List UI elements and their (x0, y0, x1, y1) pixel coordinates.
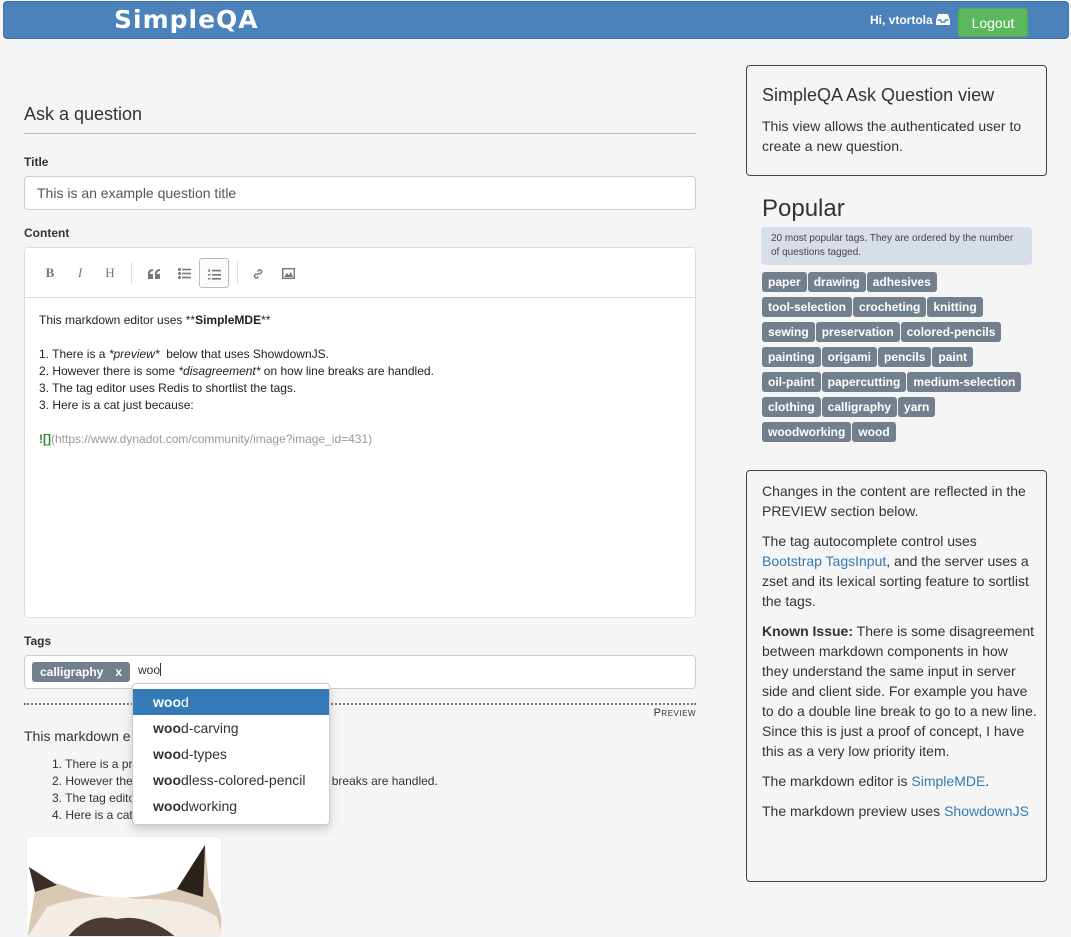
popular-tag[interactable]: knitting (927, 297, 983, 317)
popular-tag[interactable]: preservation (815, 322, 900, 342)
tag-typed-text[interactable]: woo (138, 663, 162, 677)
tag-row: painting origami pencils paint (762, 347, 1047, 372)
popular-tag[interactable]: papercutting (821, 372, 907, 392)
tag-row: paper drawing adhesives (762, 272, 1047, 297)
editor-line: 1. There is a *preview* below that uses … (39, 347, 329, 361)
autocomplete-item[interactable]: wood (133, 689, 329, 715)
editor-text-area[interactable]: This markdown editor uses **SimpleMDE** … (39, 312, 434, 448)
autocomplete-item[interactable]: woodworking (133, 793, 329, 819)
brand-logo[interactable]: SimpleQA (114, 5, 259, 34)
popular-tag[interactable]: painting (762, 347, 821, 367)
popular-tag[interactable]: woodworking (762, 422, 852, 442)
popular-tag[interactable]: paint (932, 347, 974, 367)
info-panel: SimpleQA Ask Question view This view all… (746, 65, 1047, 176)
inbox-icon[interactable] (936, 13, 950, 26)
popular-tag[interactable]: drawing (807, 272, 866, 292)
page-title: Ask a question (24, 104, 143, 124)
popular-tag[interactable]: pencils (878, 347, 932, 367)
popular-tag[interactable]: colored-pencils (900, 322, 1002, 342)
editor-line: 3. Here is a cat just because: (39, 398, 194, 412)
editor-line: ![](https://www.dynadot.com/community/im… (39, 432, 373, 446)
autocomplete-item[interactable]: wood-types (133, 741, 329, 767)
unordered-list-icon[interactable] (169, 258, 199, 288)
tag-row: clothing calligraphy yarn (762, 397, 1047, 422)
autocomplete-item[interactable]: woodless-colored-pencil (133, 767, 329, 793)
preview-paragraph: This markdown e (24, 728, 131, 744)
quote-icon[interactable] (139, 258, 169, 288)
popular-tag[interactable]: oil-paint (762, 372, 821, 392)
popular-tag[interactable]: wood (852, 422, 896, 442)
italic-icon[interactable]: I (65, 258, 95, 288)
popular-tag[interactable]: clothing (762, 397, 821, 417)
editor-line: 2. However there is some *disagreement* … (39, 364, 434, 378)
bootstrap-tagsinput-link[interactable]: Bootstrap TagsInput (762, 553, 886, 569)
logout-button[interactable]: Logout (958, 8, 1028, 37)
showdownjs-link[interactable]: ShowdownJS (944, 803, 1029, 819)
popular-tag[interactable]: tool-selection (762, 297, 853, 317)
markdown-editor[interactable]: B I H This markdown editor uses **Simple… (24, 247, 696, 618)
notes-paragraph: Known Issue: There is some disagreement … (762, 623, 1037, 759)
toolbar-separator (237, 262, 238, 284)
panel-title: SimpleQA Ask Question view (762, 85, 995, 105)
remove-tag-icon[interactable]: x (115, 665, 122, 679)
divider (24, 133, 696, 134)
navbar: SimpleQA Hi, vtortola Logout (3, 1, 1069, 39)
popular-heading: Popular (762, 195, 845, 222)
bold-icon[interactable]: B (35, 258, 65, 288)
notes-panel: Changes in the content are reflected in … (746, 470, 1047, 882)
notes-paragraph: Changes in the content are reflected in … (762, 483, 1026, 519)
popular-note: 20 most popular tags. They are ordered b… (761, 227, 1032, 265)
title-input[interactable]: This is an example question title (24, 176, 696, 210)
notes-paragraph: The markdown preview uses ShowdownJS (762, 803, 1029, 819)
tag-row: tool-selection crocheting knitting (762, 297, 1047, 322)
panel-text: This view allows the authenticated user … (762, 118, 1022, 154)
heading-icon[interactable]: H (95, 258, 125, 288)
preview-label: Preview (653, 707, 696, 719)
toolbar-separator (131, 262, 132, 284)
preview-divider (24, 703, 696, 705)
autocomplete-item[interactable]: wood-carving (133, 715, 329, 741)
tags-label: Tags (24, 634, 52, 648)
tag-row: oil-paint papercutting medium-selection (762, 372, 1047, 397)
cat-image (26, 836, 222, 937)
user-greeting[interactable]: Hi, vtortola (870, 13, 933, 27)
popular-tags: paper drawing adhesives tool-selection croch… (762, 272, 1047, 447)
popular-tag[interactable]: origami (821, 347, 878, 367)
ordered-list-icon[interactable] (199, 258, 229, 288)
editor-toolbar: B I H (25, 248, 695, 298)
selected-tag: calligraphy x (32, 662, 131, 682)
tag-row: sewing preservation colored-pencils (762, 322, 1047, 347)
editor-line: This markdown editor uses **SimpleMDE** (39, 313, 271, 327)
title-label: Title (24, 155, 49, 169)
editor-line: 3. The tag editor uses Redis to shortlis… (39, 381, 297, 395)
tag-row: woodworking wood (762, 422, 1047, 447)
link-icon[interactable] (243, 258, 273, 288)
popular-tag[interactable]: crocheting (853, 297, 927, 317)
popular-tag[interactable]: sewing (762, 322, 815, 342)
notes-paragraph: The tag autocomplete control uses Bootst… (762, 533, 1029, 609)
image-icon[interactable] (273, 258, 303, 288)
popular-tag[interactable]: medium-selection (907, 372, 1022, 392)
popular-tag[interactable]: adhesives (866, 272, 937, 292)
simplemde-link[interactable]: SimpleMDE (911, 773, 985, 789)
popular-tag[interactable]: paper (762, 272, 807, 292)
popular-tag[interactable]: calligraphy (821, 397, 898, 417)
tags-input[interactable]: calligraphy x woo (24, 655, 696, 689)
content-label: Content (24, 226, 70, 240)
notes-paragraph: The markdown editor is SimpleMDE. (762, 773, 990, 789)
popular-tag[interactable]: yarn (898, 397, 936, 417)
tag-autocomplete-menu: wood wood-carving wood-types woodless-co… (132, 683, 330, 825)
